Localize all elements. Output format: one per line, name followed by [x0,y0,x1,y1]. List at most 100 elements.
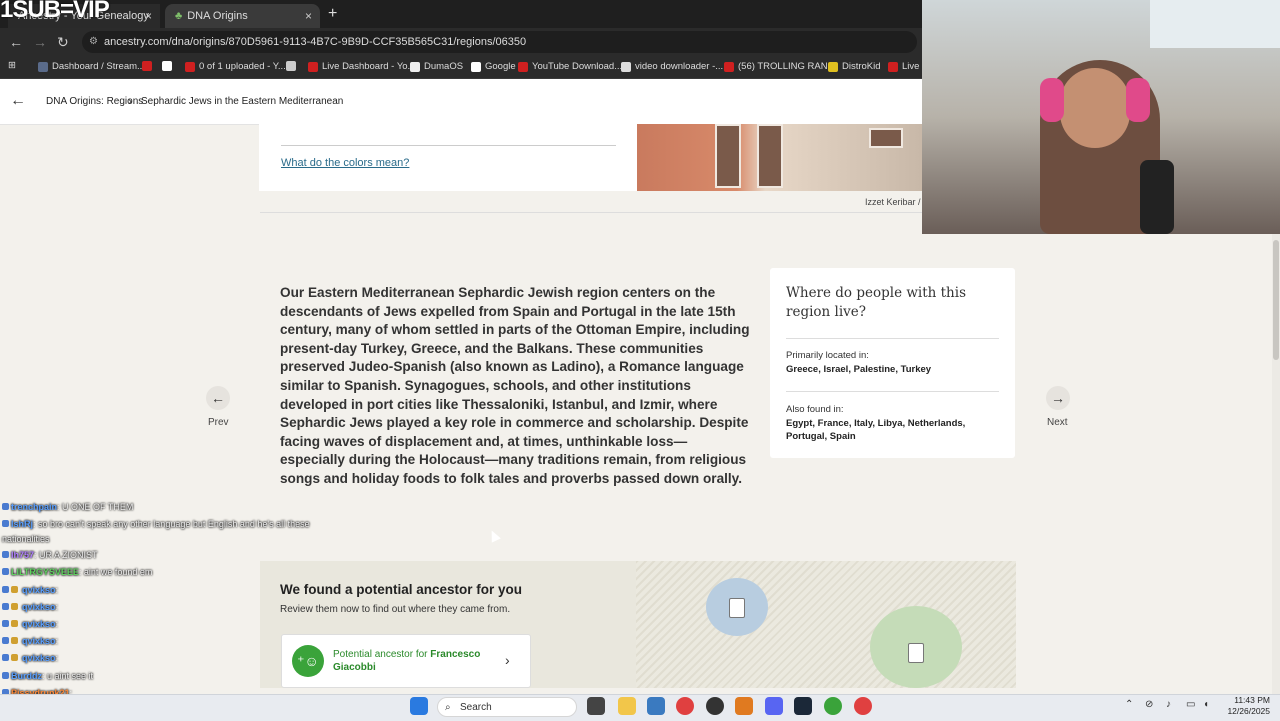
bookmark-favicon-icon [471,61,481,72]
forward-arrow-icon[interactable]: → [33,34,47,50]
page-back-arrow-icon[interactable]: ← [10,92,26,110]
bookmark-favicon-icon [142,61,152,71]
chat-badge-icon [11,603,18,610]
back-arrow-icon[interactable]: ← [9,34,23,50]
apps-grid-icon[interactable]: ⊞ [8,60,16,71]
chat-message: qvixkso: [2,602,58,612]
microphone-icon [1140,160,1174,234]
mouse-cursor [487,528,501,543]
chat-message: Ih757: UR A ZIONIST [2,550,98,560]
chat-badge-icon [2,503,9,510]
chat-text: : [55,585,59,595]
bookmark-item[interactable]: Live Dashboard - Yo... [308,61,415,72]
tray-mic-icon[interactable]: ♪ [1166,699,1171,710]
tray-chevron-icon[interactable]: ⌃ [1125,699,1133,710]
chrome-active-icon[interactable] [854,697,872,715]
bookmark-label: YouTube Download... [532,61,623,72]
bookmark-favicon-icon [518,61,528,72]
region-photo [637,124,922,191]
windows-taskbar [0,694,1280,721]
ancestry-leaf-icon: ♣ [175,10,183,22]
world-map-graphic [636,561,1016,688]
bookmark-item[interactable]: YouTube Download... [518,61,622,72]
url-input[interactable]: ⚙ ancestry.com/dna/origins/870D5961-9113… [82,31,917,53]
divider [786,391,999,392]
bookmark-favicon-icon [621,61,631,72]
bookmark-item[interactable]: (56) TROLLING RAN... [724,61,836,72]
stream-overlay-title: 1SUB=VIP [0,0,110,23]
site-info-icon[interactable]: ⚙ [89,31,98,53]
next-arrow-icon[interactable]: → [1046,386,1070,410]
taskbar-search[interactable]: ⌕ Search [437,697,577,717]
bookmark-item[interactable]: DistroKid [828,61,881,72]
tray-network-icon[interactable]: ⊘ [1145,699,1153,710]
task-view-icon[interactable] [587,697,605,715]
colors-meaning-link[interactable]: What do the colors mean? [281,157,409,169]
chat-message: qvixkso: [2,653,58,663]
store-icon[interactable] [647,697,665,715]
chat-text: nationalities [2,534,50,544]
obs-icon[interactable] [706,697,724,715]
divider [281,145,616,146]
bookmark-favicon-icon [410,61,420,72]
chat-message: trenchpain: U ONE OF THEM [2,502,133,512]
app-icon[interactable] [735,697,753,715]
bookmark-item[interactable]: Google [471,61,516,72]
ancestor-subtitle: Review them now to find out where they c… [280,604,511,615]
breadcrumb-chevron-icon: › [128,94,132,108]
bookmark-item[interactable]: 0 of 1 uploaded - Y... [185,61,286,72]
tray-volume-icon[interactable]: ◖ [1203,699,1209,710]
new-tab-button[interactable]: + [328,5,337,23]
prev-label[interactable]: Prev [208,417,229,428]
locations-heading: Where do people with this region live? [786,285,967,320]
tray-display-icon[interactable]: ▭ [1186,699,1195,710]
bookmark-item[interactable]: DumaOS [410,61,463,72]
bookmark-item[interactable]: Dashboard / Stream... [38,61,145,72]
chat-badge-icon [2,568,9,575]
bookmark-label: video downloader -... [635,61,724,72]
chat-badge-icon [2,551,9,558]
file-explorer-icon[interactable] [618,697,636,715]
chat-text: : aint we found em [78,567,153,577]
add-person-icon: ⁺☺ [292,645,324,677]
windows-start-icon[interactable] [410,697,428,715]
chat-text: : UR A ZIONIST [34,550,98,560]
chat-badge-icon [2,620,9,627]
breadcrumb-current: Sephardic Jews in the Eastern Mediterran… [141,96,344,107]
prev-arrow-icon[interactable]: ← [206,386,230,410]
chat-badge-icon [2,520,9,527]
chat-badge-icon [11,586,18,593]
chat-badge-icon [2,672,9,679]
bookmark-item[interactable] [142,61,152,71]
taskbar-clock[interactable]: 11:43 PM 12/26/2025 [1220,695,1270,717]
bookmark-favicon-icon [162,61,172,71]
scrollbar-thumb[interactable] [1273,240,1279,360]
section-divider [260,212,1016,213]
photo-door [715,124,741,188]
chat-message: qvixkso: [2,636,58,646]
discord-icon[interactable] [765,697,783,715]
ancestor-card-text[interactable]: Potential ancestor for Francesco Giacobb… [333,648,503,674]
tab-close-icon[interactable]: × [305,9,312,23]
next-label[interactable]: Next [1047,417,1068,428]
chat-message: Burddz: u aint see it [2,671,93,681]
bookmark-label: Google [485,61,516,72]
chat-text: : [55,653,59,663]
clock-date: 12/26/2025 [1227,706,1270,716]
tab-dna-origins[interactable]: ♣ DNA Origins × [165,4,320,28]
chat-badge-icon [2,603,9,610]
bookmark-item[interactable] [162,61,172,71]
bookmark-item[interactable]: video downloader -... [621,61,723,72]
reload-icon[interactable]: ↻ [57,34,69,51]
tab-close-icon[interactable]: × [145,9,152,23]
tab-label: DNA Origins [187,10,248,22]
chrome-profile-icon[interactable] [824,697,842,715]
chrome-icon[interactable] [676,697,694,715]
bookmark-label: DistroKid [842,61,881,72]
webcam-head [1060,68,1130,148]
bookmark-item[interactable] [286,61,296,71]
steam-icon[interactable] [794,697,812,715]
chevron-right-icon[interactable]: › [505,652,510,668]
chat-message: qvixkso: [2,619,58,629]
chat-badge-icon [2,637,9,644]
